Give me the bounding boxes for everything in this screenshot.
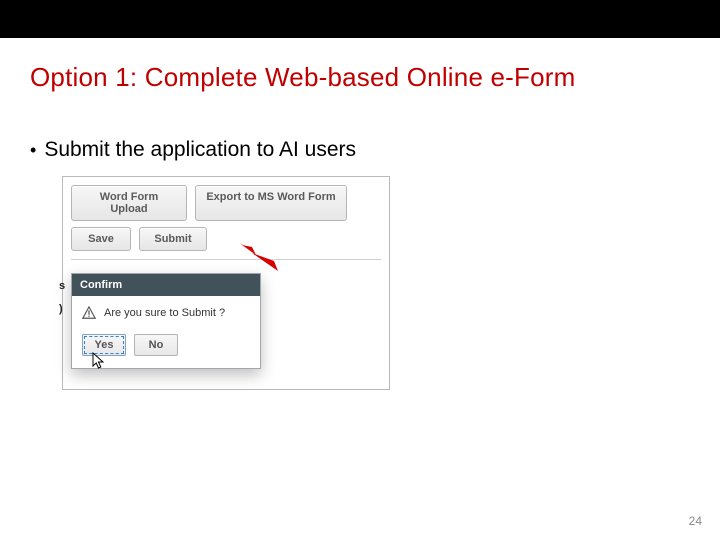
warning-icon [82, 306, 96, 320]
dialog-body: Are you sure to Submit ? [72, 296, 260, 328]
page-number: 24 [689, 514, 702, 528]
slide: Option 1: Complete Web-based Online e-Fo… [0, 0, 720, 540]
confirm-dialog: Confirm Are you sure to Submit ? Yes No [71, 273, 261, 369]
submit-button[interactable]: Submit [139, 227, 207, 251]
slide-title: Option 1: Complete Web-based Online e-Fo… [30, 62, 576, 93]
divider [71, 259, 381, 260]
cropped-label-s: s [59, 280, 65, 292]
cursor-icon [92, 352, 106, 370]
toolbar-row-1: Word Form Upload Export to MS Word Form [63, 177, 389, 227]
bullet-item: • Submit the application to AI users [30, 138, 356, 162]
bullet-text: Submit the application to AI users [44, 138, 356, 162]
toolbar-row-2: Save Submit [63, 227, 389, 259]
export-ms-word-button[interactable]: Export to MS Word Form [195, 185, 347, 221]
cropped-label-paren: ) [59, 303, 63, 315]
save-button[interactable]: Save [71, 227, 131, 251]
screenshot-panel: Word Form Upload Export to MS Word Form … [62, 176, 390, 390]
word-form-upload-button[interactable]: Word Form Upload [71, 185, 187, 221]
top-black-bar [0, 0, 720, 38]
dialog-message: Are you sure to Submit ? [104, 307, 225, 319]
no-button[interactable]: No [134, 334, 178, 356]
bullet-dot-icon: • [30, 141, 36, 159]
dialog-title: Confirm [72, 274, 260, 296]
